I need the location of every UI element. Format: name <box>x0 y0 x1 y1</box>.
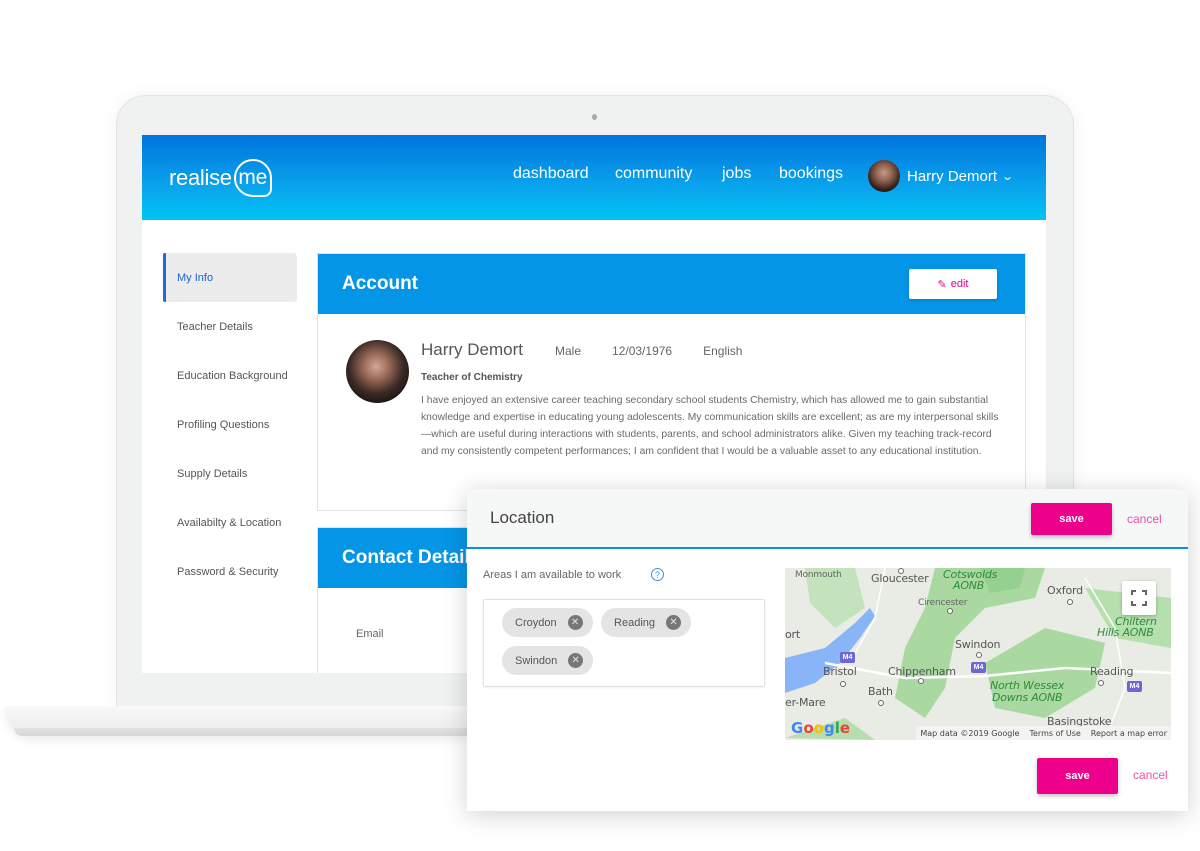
profile-bio: I have enjoyed an extensive career teach… <box>421 395 999 457</box>
cancel-button-top[interactable]: cancel <box>1127 512 1162 526</box>
account-card-body: Harry Demort Male 12/03/1976 English Tea… <box>318 314 1025 510</box>
map-label-cirencester: Cirencester <box>918 598 968 608</box>
map-attribution: Map data ©2019 Google Terms of Use Repor… <box>916 726 1171 740</box>
profile-gender: Male <box>555 344 582 358</box>
city-dot <box>1098 680 1104 686</box>
fullscreen-icon <box>1131 590 1147 606</box>
nav-community[interactable]: community <box>615 165 692 183</box>
profile-role: Teacher of Chemistry <box>421 372 523 383</box>
map-label-chiltern-aonb: Hills AONB <box>1097 626 1154 639</box>
map-label-newport: ort <box>785 628 800 641</box>
profile-sidebar: My Info Teacher Details Education Backgr… <box>163 253 297 596</box>
cancel-button-bottom[interactable]: cancel <box>1133 768 1168 782</box>
profile-name: Harry Demort <box>421 340 524 359</box>
profile-dob: 12/03/1976 <box>612 344 673 358</box>
report-map-error-link[interactable]: Report a map error <box>1091 729 1167 738</box>
areas-tag-input[interactable]: Croydon ✕ Reading ✕ Swindon ✕ <box>483 599 765 687</box>
city-dot <box>840 681 846 687</box>
location-map[interactable]: Monmouth Gloucester Cotswolds AONB Ciren… <box>785 568 1171 740</box>
map-label-cotswolds-aonb: AONB <box>953 579 985 592</box>
location-modal: Location save cancel Areas I am availabl… <box>467 489 1188 811</box>
sidebar-item-my-info[interactable]: My Info <box>163 253 297 302</box>
edit-label: edit <box>950 278 969 290</box>
profile-photo <box>346 340 409 403</box>
areas-available-label: Areas I am available to work <box>483 569 622 581</box>
logo-text: realise <box>169 165 232 190</box>
map-label-wessex-aonb: Downs AONB <box>992 691 1063 704</box>
remove-tag-icon[interactable]: ✕ <box>568 653 584 668</box>
chevron-down-icon: ⌄ <box>1001 170 1015 183</box>
sidebar-item-password-security[interactable]: Password & Security <box>163 547 297 596</box>
save-button-top[interactable]: save <box>1031 503 1112 535</box>
remove-tag-icon[interactable]: ✕ <box>666 615 682 630</box>
m4-shield-icon: M4 <box>1127 681 1142 692</box>
area-tag-croydon: Croydon ✕ <box>502 608 593 637</box>
logo-me-badge: me <box>233 159 272 197</box>
sidebar-item-education-background[interactable]: Education Background <box>163 351 297 400</box>
account-card: Account ✎ edit Harry Demort Male 12/03/1… <box>317 253 1026 511</box>
profile-language: English <box>703 344 743 358</box>
terms-of-use-link[interactable]: Terms of Use <box>1029 729 1080 738</box>
map-data-credit: Map data ©2019 Google <box>920 728 1020 738</box>
map-label-weston-super-mare: er-Mare <box>785 696 826 709</box>
location-title: Location <box>490 508 555 527</box>
help-icon[interactable]: ? <box>651 568 664 581</box>
map-label-bath: Bath <box>868 685 893 698</box>
top-navigation-bar: realise me dashboard community jobs book… <box>142 135 1046 220</box>
m4-shield-icon: M4 <box>971 662 986 673</box>
tag-label: Croydon <box>515 616 557 629</box>
save-button-bottom[interactable]: save <box>1037 758 1118 794</box>
map-label-reading: Reading <box>1090 665 1134 678</box>
sidebar-item-availability-location[interactable]: Availabilty & Location <box>163 498 297 547</box>
nav-dashboard[interactable]: dashboard <box>513 165 589 183</box>
remove-tag-icon[interactable]: ✕ <box>567 615 583 630</box>
account-card-header: Account ✎ edit <box>318 254 1025 314</box>
nav-jobs[interactable]: jobs <box>722 165 751 183</box>
laptop-base <box>4 706 468 736</box>
nav-bookings[interactable]: bookings <box>779 165 843 183</box>
city-dot <box>1067 599 1073 605</box>
map-label-oxford: Oxford <box>1047 584 1083 597</box>
sidebar-item-supply-details[interactable]: Supply Details <box>163 449 297 498</box>
city-dot <box>918 678 924 684</box>
email-label: Email <box>356 628 384 640</box>
area-tag-swindon: Swindon ✕ <box>502 646 594 675</box>
map-label-swindon: Swindon <box>955 638 1001 651</box>
fullscreen-toggle-button[interactable] <box>1122 581 1156 615</box>
user-menu[interactable]: Harry Demort ⌄ <box>868 160 1015 192</box>
map-label-chippenham: Chippenham <box>888 665 956 678</box>
laptop-camera <box>592 114 597 120</box>
sidebar-item-profiling-questions[interactable]: Profiling Questions <box>163 400 297 449</box>
city-dot <box>976 652 982 658</box>
location-modal-header: Location save cancel <box>467 489 1188 549</box>
m4-shield-icon: M4 <box>840 652 855 663</box>
tag-label: Reading <box>614 616 656 629</box>
tag-label: Swindon <box>515 654 558 667</box>
realiseme-logo[interactable]: realise me <box>169 159 272 197</box>
map-label-bristol: Bristol <box>823 665 857 678</box>
pencil-icon: ✎ <box>937 278 947 291</box>
google-logo[interactable]: Google <box>791 719 850 737</box>
area-tag-reading: Reading ✕ <box>601 608 692 637</box>
user-name: Harry Demort <box>907 167 998 185</box>
sidebar-item-teacher-details[interactable]: Teacher Details <box>163 302 297 351</box>
contact-title: Contact Details <box>342 547 481 568</box>
user-avatar <box>868 160 900 192</box>
edit-button[interactable]: ✎ edit <box>909 269 997 299</box>
profile-details: Harry Demort Male 12/03/1976 English Tea… <box>421 340 1001 498</box>
city-dot <box>947 608 953 614</box>
city-dot <box>878 700 884 706</box>
city-dot <box>898 568 904 574</box>
account-title: Account <box>342 273 418 294</box>
map-label-monmouth: Monmouth <box>795 570 842 580</box>
